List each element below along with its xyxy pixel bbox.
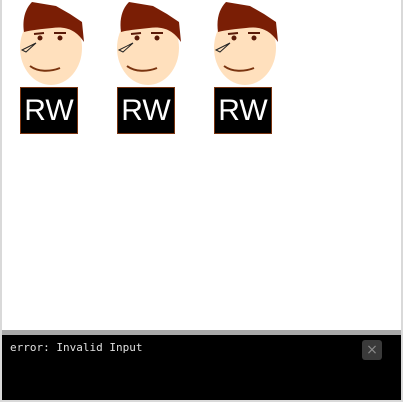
- sprite-3[interactable]: RW: [210, 0, 280, 140]
- stage: RW RW RW: [2, 0, 401, 330]
- console-panel: error: Invalid Input ×: [2, 335, 401, 400]
- sprite-label: RW: [117, 87, 175, 134]
- sprite-1[interactable]: RW: [16, 0, 86, 140]
- face-avatar: [117, 2, 181, 85]
- sprite-label: RW: [20, 87, 78, 134]
- close-icon[interactable]: ×: [362, 340, 382, 360]
- console-error-message: error: Invalid Input: [10, 341, 143, 354]
- face-avatar: [214, 2, 278, 85]
- sprite-2[interactable]: RW: [113, 0, 183, 140]
- sprite-label: RW: [214, 87, 272, 134]
- face-avatar: [20, 2, 84, 85]
